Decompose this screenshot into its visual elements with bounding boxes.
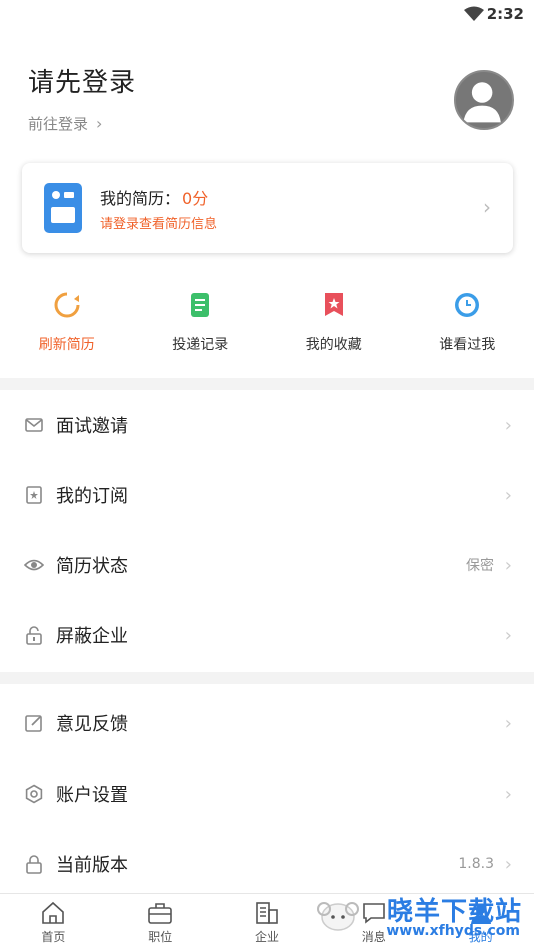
settings-icon (25, 784, 43, 804)
chevron-right-icon: › (504, 624, 512, 646)
menu-label: 账户设置 (56, 785, 128, 806)
tab-label: 职位 (148, 930, 173, 944)
chevron-right-icon: › (96, 114, 103, 133)
resume-score-line: 我的简历： 0分 (100, 185, 208, 209)
wifi-icon (464, 6, 484, 21)
status-time: 2:32 (486, 5, 524, 23)
refresh-icon (54, 292, 80, 318)
watermark-url: www.xfhyds.com (386, 923, 520, 939)
resume-card[interactable]: 我的简历： 0分 请登录查看简历信息 › (22, 163, 513, 253)
clock-icon (455, 293, 480, 317)
edit-icon (25, 715, 42, 732)
resume-icon (44, 183, 82, 233)
subscription-icon (26, 486, 42, 504)
avatar[interactable] (454, 70, 514, 130)
section-divider (0, 672, 534, 684)
lock-icon (26, 855, 42, 874)
home-icon (42, 901, 65, 924)
section-divider (0, 378, 534, 390)
version-value: 1.8.3 (458, 856, 494, 872)
quick-refresh-resume[interactable]: 刷新简历 (0, 290, 134, 370)
chevron-right-icon: › (483, 195, 491, 219)
status-bar: 2:32 (0, 0, 534, 30)
chevron-right-icon: › (504, 414, 512, 436)
quick-who-viewed-me[interactable]: 谁看过我 (401, 290, 534, 370)
chevron-right-icon: › (504, 853, 512, 875)
document-icon (191, 293, 210, 317)
quick-label: 刷新简历 (38, 337, 95, 353)
menu-block-companies[interactable]: 屏蔽企业 › (0, 600, 534, 670)
user-avatar-icon (463, 82, 501, 123)
quick-my-favorites[interactable]: 我的收藏 (267, 290, 401, 370)
chevron-right-icon: › (504, 783, 512, 805)
eye-icon (24, 559, 44, 571)
quick-label: 谁看过我 (439, 337, 496, 353)
menu-my-subscriptions[interactable]: 我的订阅 › (0, 460, 534, 530)
chevron-right-icon: › (504, 554, 512, 576)
profile-header: 请先登录 前往登录 › (28, 62, 514, 142)
resume-hint: 请登录查看简历信息 (100, 217, 218, 232)
quick-delivery-records[interactable]: 投递记录 (134, 290, 268, 370)
building-icon (256, 902, 278, 924)
ram-logo-icon (317, 902, 359, 931)
menu-label: 当前版本 (56, 855, 128, 876)
menu-label: 面试邀请 (56, 416, 128, 437)
menu-current-version[interactable]: 当前版本 1.8.3 › (0, 829, 534, 899)
menu-resume-status[interactable]: 简历状态 保密 › (0, 530, 534, 600)
menu-label: 意见反馈 (56, 714, 128, 735)
menu-label: 我的订阅 (56, 486, 128, 507)
briefcase-icon (148, 903, 172, 924)
goto-login-label: 前往登录 (28, 115, 89, 133)
chevron-right-icon: › (504, 712, 512, 734)
resume-status-value: 保密 (466, 558, 494, 574)
resume-label: 我的简历： (100, 189, 181, 208)
chevron-right-icon: › (504, 484, 512, 506)
quick-label: 我的收藏 (305, 337, 362, 353)
tab-label: 首页 (41, 930, 66, 944)
quick-label: 投递记录 (172, 337, 229, 353)
tab-jobs[interactable]: 职位 (107, 894, 214, 949)
tab-label: 企业 (254, 930, 279, 944)
unlock-icon (26, 626, 42, 645)
quick-actions: 刷新简历 投递记录 我的收藏 谁看过我 (0, 290, 534, 370)
menu-feedback[interactable]: 意见反馈 › (0, 688, 534, 758)
bookmark-icon (324, 293, 343, 316)
resume-score: 0分 (182, 189, 209, 208)
menu-interview-invites[interactable]: 面试邀请 › (0, 390, 534, 460)
goto-login-link[interactable]: 前往登录 › (28, 113, 514, 134)
menu-label: 屏蔽企业 (56, 626, 128, 647)
login-prompt-title[interactable]: 请先登录 (28, 62, 514, 99)
tab-home[interactable]: 首页 (0, 894, 107, 949)
menu-label: 简历状态 (56, 556, 128, 577)
mail-icon (25, 418, 43, 432)
menu-account-settings[interactable]: 账户设置 › (0, 759, 534, 829)
watermark: 晓羊下载站 www.xfhyds.com (304, 891, 528, 947)
